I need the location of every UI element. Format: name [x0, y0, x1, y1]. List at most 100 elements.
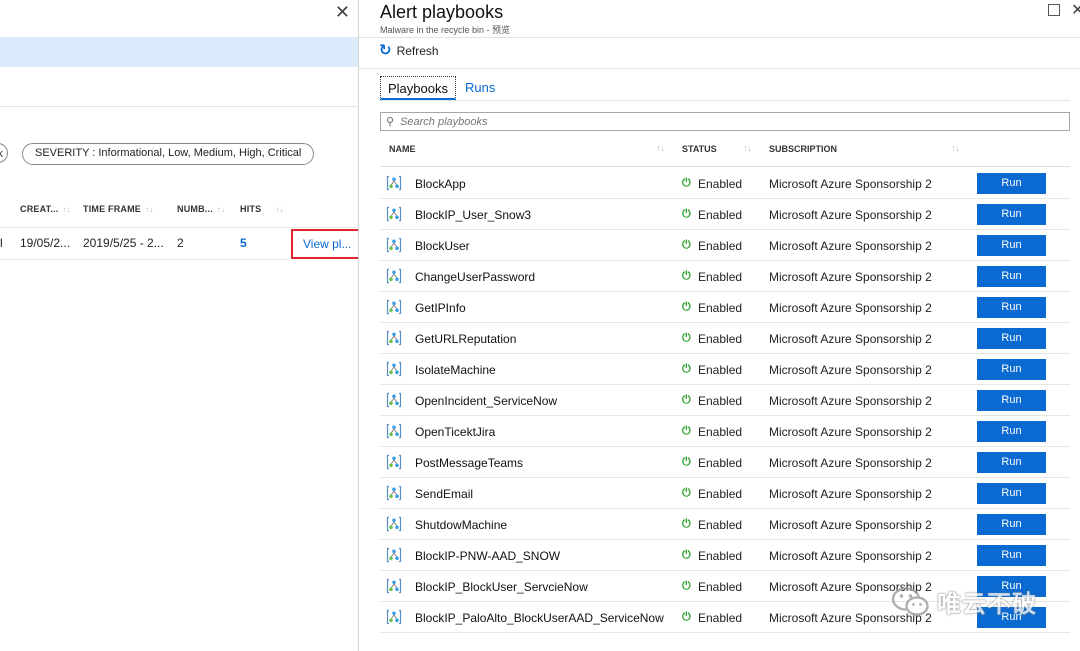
table-row[interactable]: OpenTicektJira ⏻ Enabled Microsoft Azure Sp… — [380, 416, 1070, 447]
power-icon: ⏻ — [682, 580, 691, 592]
run-button[interactable]: Run — [977, 514, 1046, 535]
column-header-status[interactable]: STATUS — [682, 144, 717, 154]
table-row[interactable]: GetIPInfo ⏻ Enabled Microsoft Azure Sponsor… — [380, 292, 1070, 323]
table-row[interactable]: BlockUser ⏻ Enabled Microsoft Azure Sponsor… — [380, 230, 1070, 261]
subscription-text: Microsoft Azure Sponsorship 2 — [769, 394, 932, 408]
logic-app-icon — [386, 578, 402, 594]
incidents-pane: ✕ k SEVERITY : Informational, Low, Mediu… — [0, 0, 359, 651]
playbook-name: ChangeUserPassword — [415, 270, 536, 284]
close-icon[interactable]: ✕ — [335, 2, 350, 23]
search-box[interactable]: ⚲ — [380, 112, 1070, 131]
run-button[interactable]: Run — [977, 359, 1046, 380]
subscription-text: Microsoft Azure Sponsorship 2 — [769, 487, 932, 501]
logic-app-icon — [386, 516, 402, 532]
refresh-label: Refresh — [396, 44, 439, 58]
playbook-name: ShutdowMachine — [415, 518, 508, 532]
subscription-text: Microsoft Azure Sponsorship 2 — [769, 518, 932, 532]
table-row[interactable]: BlockIP-PNW-AAD_SNOW ⏻ Enabled Microsoft Az… — [380, 540, 1070, 571]
playbook-name: OpenTicektJira — [415, 425, 496, 439]
run-button[interactable]: Run — [977, 235, 1046, 256]
power-icon: ⏻ — [682, 456, 691, 468]
cell-number: 2 — [177, 236, 184, 250]
logic-app-icon — [386, 454, 402, 470]
power-icon: ⏻ — [682, 611, 691, 623]
divider — [380, 100, 1070, 101]
playbook-name: BlockUser — [415, 239, 470, 253]
run-button[interactable]: Run — [977, 421, 1046, 442]
divider — [0, 106, 358, 107]
playbook-name: BlockIP_PaloAlto_BlockUserAAD_ServiceNow — [415, 611, 664, 625]
watermark-text: 唯云不破 — [937, 590, 1037, 618]
sort-icon[interactable]: ↑↓ — [656, 143, 665, 153]
run-button[interactable]: Run — [977, 173, 1046, 194]
playbook-name: BlockIP-PNW-AAD_SNOW — [415, 549, 561, 563]
table-row[interactable]: PostMessageTeams ⏻ Enabled Microsoft Azure … — [380, 447, 1070, 478]
column-header-name[interactable]: NAME — [389, 144, 416, 154]
table-row[interactable]: GetURLReputation ⏻ Enabled Microsoft Azure … — [380, 323, 1070, 354]
logic-app-icon — [386, 299, 402, 315]
table-row[interactable]: ShutdowMachine ⏻ Enabled Microsoft Azure Sp… — [380, 509, 1070, 540]
run-button[interactable]: Run — [977, 204, 1046, 225]
sort-icon[interactable]: ↑↓ — [743, 143, 752, 153]
logic-app-icon — [386, 206, 402, 222]
selected-item-band[interactable] — [0, 37, 358, 67]
subscription-text: Microsoft Azure Sponsorship 2 — [769, 425, 932, 439]
table-row[interactable]: ChangeUserPassword ⏻ Enabled Microsoft Azur… — [380, 261, 1070, 292]
column-header-time-frame[interactable]: TIME FRAME ↑↓ — [83, 204, 153, 214]
column-header-subscription[interactable]: SUBSCRIPTION — [769, 144, 837, 154]
table-row[interactable]: IsolateMachine ⏻ Enabled Microsoft Azure Sp… — [380, 354, 1070, 385]
run-button[interactable]: Run — [977, 545, 1046, 566]
column-header-number[interactable]: NUMB... ↑↓ — [177, 204, 225, 214]
logic-app-icon — [386, 609, 402, 625]
logic-app-icon — [386, 175, 402, 191]
table-row[interactable]: BlockIP_User_Snow3 ⏻ Enabled Microsoft Azur… — [380, 199, 1070, 230]
tab-playbooks[interactable]: Playbooks — [380, 76, 456, 100]
close-icon[interactable]: ✕ — [1071, 0, 1080, 20]
playbook-name: SendEmail — [415, 487, 474, 501]
hits-link[interactable]: 5 — [240, 236, 247, 250]
logic-app-icon — [386, 392, 402, 408]
status-text: Enabled — [698, 332, 743, 346]
run-button[interactable]: Run — [977, 483, 1046, 504]
run-button[interactable]: Run — [977, 452, 1046, 473]
sort-icon[interactable]: ↑↓ — [951, 143, 960, 153]
playbook-name: IsolateMachine — [415, 363, 496, 377]
divider — [359, 37, 1080, 38]
search-input[interactable] — [400, 115, 1001, 128]
status-text: Enabled — [698, 611, 743, 625]
refresh-icon: ↻ — [379, 42, 392, 59]
playbook-name: BlockApp — [415, 177, 466, 191]
severity-filter-chip[interactable]: SEVERITY : Informational, Low, Medium, H… — [22, 143, 315, 165]
column-header-hits[interactable]: HITS ↑↓ — [240, 204, 284, 214]
tab-runs[interactable]: Runs — [465, 76, 495, 100]
status-text: Enabled — [698, 239, 743, 253]
run-button[interactable]: Run — [977, 266, 1046, 287]
maximize-icon[interactable] — [1048, 4, 1060, 16]
power-icon: ⏻ — [682, 270, 691, 282]
logic-app-icon — [386, 423, 402, 439]
subscription-text: Microsoft Azure Sponsorship 2 — [769, 301, 932, 315]
refresh-button[interactable]: ↻ Refresh — [379, 42, 439, 59]
divider — [359, 68, 1080, 69]
filter-chip[interactable]: k — [0, 143, 8, 163]
power-icon: ⏻ — [682, 394, 691, 406]
alert-playbooks-blade: Alert playbooks Malware in the recycle b… — [359, 0, 1080, 651]
status-text: Enabled — [698, 270, 743, 284]
blade-subtitle: Malware in the recycle bin - 预览 — [380, 25, 511, 35]
status-text: Enabled — [698, 580, 743, 594]
status-text: Enabled — [698, 394, 743, 408]
run-button[interactable]: Run — [977, 390, 1046, 411]
run-button[interactable]: Run — [977, 297, 1046, 318]
cell-created: 19/05/2... — [20, 236, 71, 250]
table-row[interactable]: BlockApp ⏻ Enabled Microsoft Azure Sponsors… — [380, 168, 1070, 199]
logic-app-icon — [386, 485, 402, 501]
watermark: 唯云不破 — [891, 584, 1037, 619]
playbook-name: PostMessageTeams — [415, 456, 524, 470]
subscription-text: Microsoft Azure Sponsorship 2 — [769, 270, 932, 284]
run-button[interactable]: Run — [977, 328, 1046, 349]
power-icon: ⏻ — [682, 425, 691, 437]
column-header-created[interactable]: CREAT... ↑↓ — [20, 204, 71, 214]
view-playbooks-link[interactable]: View pl... — [291, 229, 358, 259]
table-row[interactable]: SendEmail ⏻ Enabled Microsoft Azure Sponsor… — [380, 478, 1070, 509]
table-row[interactable]: OpenIncident_ServiceNow ⏻ Enabled Microsoft… — [380, 385, 1070, 416]
